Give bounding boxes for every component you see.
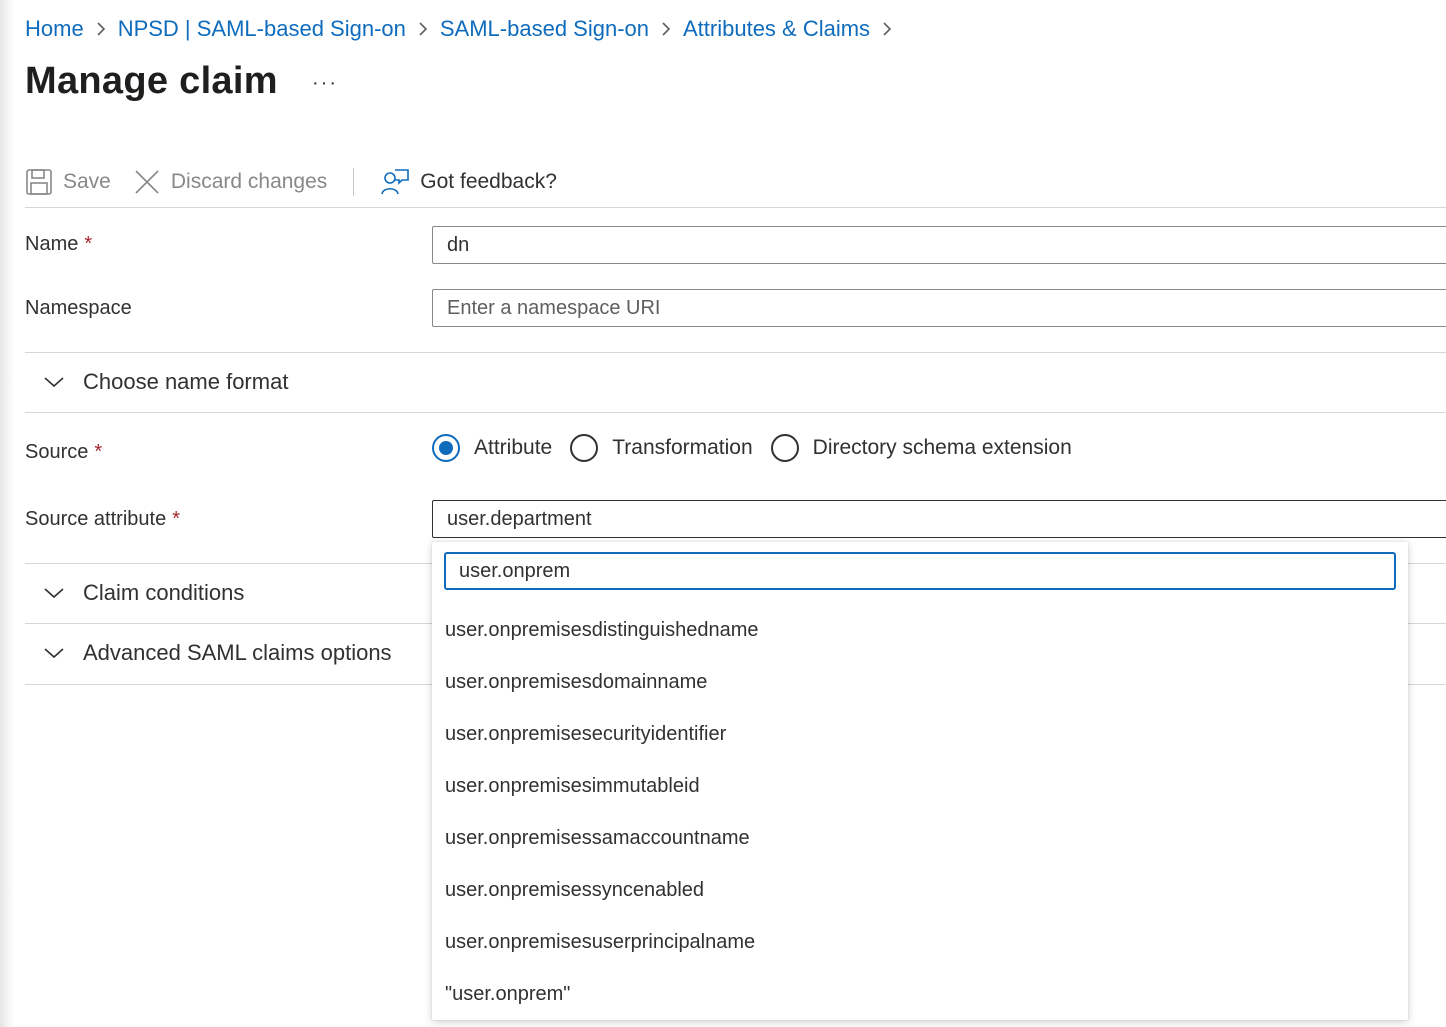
source-label: Source * (25, 441, 102, 464)
toolbar-divider (353, 168, 355, 196)
radio-unchecked-icon (770, 434, 799, 462)
save-label: Save (63, 170, 111, 193)
save-button[interactable]: Save (25, 168, 111, 196)
breadcrumb: Home NPSD | SAML-based Sign-on SAML-base… (25, 14, 904, 44)
dropdown-option[interactable]: user.onpremisesecurityidentifier (432, 708, 1408, 760)
got-feedback-button[interactable]: Got feedback? (380, 167, 557, 197)
source-radio-transformation[interactable]: Transformation (570, 434, 753, 462)
source-label-text: Source (25, 441, 89, 463)
command-bar: Save Discard changes Got feedback? (25, 158, 1446, 206)
discard-changes-button[interactable]: Discard changes (133, 168, 327, 196)
namespace-label: Namespace (25, 297, 132, 319)
chevron-down-icon (43, 586, 65, 600)
source-radio-group: Attribute Transformation Directory schem… (432, 430, 1090, 466)
chevron-down-icon (43, 646, 65, 660)
dropdown-option[interactable]: user.onpremisesimmutableid (432, 760, 1408, 812)
divider (25, 207, 1446, 208)
source-attribute-label-text: Source attribute (25, 508, 167, 530)
page-title: Manage claim (25, 60, 278, 102)
chevron-down-icon (43, 375, 65, 389)
source-option-label: Directory schema extension (812, 436, 1072, 459)
breadcrumb-attributes-claims[interactable]: Attributes & Claims (683, 16, 870, 42)
choose-name-format-section[interactable]: Choose name format (25, 353, 425, 411)
save-icon (25, 168, 53, 196)
chevron-right-icon (661, 21, 671, 37)
breadcrumb-home[interactable]: Home (25, 16, 84, 42)
advanced-saml-claims-label: Advanced SAML claims options (83, 640, 392, 665)
discard-changes-label: Discard changes (170, 170, 328, 193)
dropdown-option[interactable]: user.onpremisessyncenabled (432, 864, 1408, 916)
got-feedback-label: Got feedback? (420, 170, 557, 193)
more-options-button[interactable]: ··· (312, 72, 338, 95)
chevron-right-icon (418, 21, 428, 37)
breadcrumb-saml-sign-on[interactable]: SAML-based Sign-on (440, 16, 649, 42)
dropdown-option[interactable]: user.onpremisessamaccountname (432, 812, 1408, 864)
source-radio-directory-schema-extension[interactable]: Directory schema extension (770, 434, 1072, 462)
chevron-right-icon (96, 21, 106, 37)
close-icon (133, 168, 161, 196)
source-attribute-label: Source attribute * (25, 508, 180, 531)
radio-unchecked-icon (570, 434, 599, 462)
dropdown-option[interactable]: user.onpremisesuserprincipalname (432, 916, 1408, 968)
claim-conditions-section[interactable]: Claim conditions (25, 564, 425, 622)
required-marker: * (84, 233, 93, 255)
source-attribute-dropdown: user.onpremisesdistinguishedname user.on… (432, 542, 1408, 1020)
divider (25, 412, 1446, 413)
name-input[interactable] (432, 226, 1446, 264)
dropdown-options-list: user.onpremisesdistinguishedname user.on… (432, 604, 1408, 1020)
claim-conditions-label: Claim conditions (83, 580, 245, 605)
dropdown-filter-input[interactable] (444, 552, 1396, 590)
dropdown-option-custom-value[interactable]: "user.onprem" (432, 968, 1408, 1020)
feedback-icon (380, 167, 410, 197)
required-marker: * (94, 441, 103, 463)
name-label-text: Name (25, 233, 79, 255)
breadcrumb-app[interactable]: NPSD | SAML-based Sign-on (118, 16, 406, 42)
left-edge-shadow (0, 0, 14, 1027)
source-attribute-combobox[interactable] (432, 500, 1446, 538)
name-label: Name * (25, 233, 92, 256)
source-radio-attribute[interactable]: Attribute (432, 434, 552, 462)
radio-checked-icon (432, 434, 460, 462)
required-marker: * (172, 508, 180, 530)
choose-name-format-label: Choose name format (83, 369, 289, 394)
source-option-label: Transformation (612, 436, 753, 459)
source-option-label: Attribute (474, 436, 553, 459)
namespace-input[interactable] (432, 289, 1446, 327)
dropdown-option[interactable]: user.onpremisesdistinguishedname (432, 604, 1408, 656)
chevron-right-icon (882, 21, 892, 37)
advanced-saml-claims-section[interactable]: Advanced SAML claims options (25, 624, 425, 682)
dropdown-option[interactable]: user.onpremisesdomainname (432, 656, 1408, 708)
